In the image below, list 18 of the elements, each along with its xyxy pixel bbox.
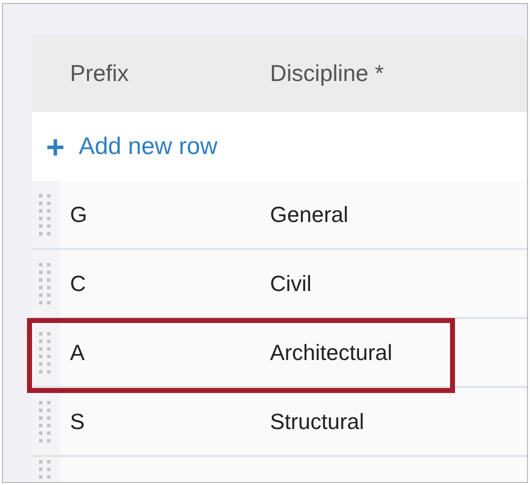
column-header: Prefix bbox=[70, 59, 130, 88]
table-row[interactable]: G General bbox=[32, 181, 527, 250]
table-cell-text: Architectural bbox=[270, 339, 392, 367]
table-row[interactable]: S Structural bbox=[32, 388, 527, 457]
table-cell-text: General bbox=[270, 201, 348, 229]
drag-handle-icon[interactable] bbox=[38, 262, 52, 306]
table-cell-text: Structural bbox=[270, 408, 364, 436]
drag-handle-icon[interactable] bbox=[38, 330, 52, 374]
drag-handle-icon[interactable] bbox=[38, 192, 52, 236]
table-cell-text: S bbox=[70, 408, 86, 436]
table-cell-text: Civil bbox=[270, 270, 312, 298]
table-cell-text: C bbox=[70, 270, 87, 298]
table-row[interactable]: C Civil bbox=[32, 250, 527, 319]
table-cell-text: A bbox=[70, 339, 86, 367]
drag-handle-icon[interactable] bbox=[38, 400, 52, 444]
column-header: Discipline * bbox=[270, 59, 384, 88]
add-row-button[interactable]: + Add new row bbox=[46, 128, 218, 164]
table-cell-text: G bbox=[70, 201, 88, 229]
